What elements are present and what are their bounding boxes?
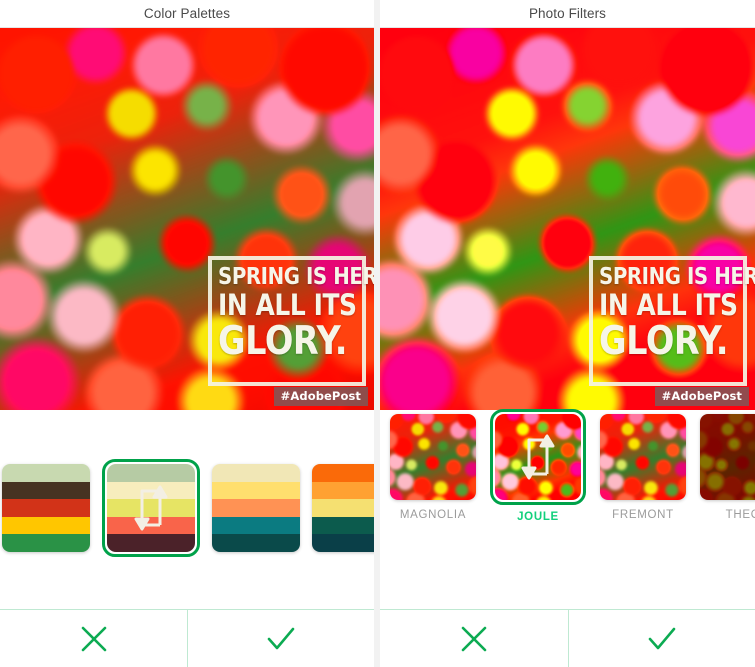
filter-option[interactable]: JOULE: [490, 409, 586, 523]
filter-option[interactable]: FREMONT: [600, 414, 686, 523]
adobe-post-watermark: #AdobePost: [273, 387, 368, 406]
action-bar-left: [0, 609, 374, 667]
filter-thumbnail[interactable]: [700, 414, 755, 500]
overlay-line-3: GLORY.: [218, 318, 348, 364]
filter-label: FREMONT: [612, 509, 674, 521]
filter-label: JOULE: [517, 511, 559, 523]
overlay-text-block: SPRING IS HERE IN ALL ITS GLORY.: [599, 265, 755, 364]
confirm-button[interactable]: [567, 610, 755, 667]
overlay-line-2: IN ALL ITS: [218, 288, 357, 323]
palette-color-band: [107, 499, 195, 517]
palette-color-band: [212, 464, 300, 482]
palette-swatch[interactable]: [2, 464, 90, 552]
panel-header-photo-filters: Photo Filters: [380, 0, 755, 28]
filter-thumbnail-image: [600, 414, 686, 500]
x-icon: [81, 626, 106, 651]
photo-canvas-left[interactable]: SPRING IS HERE IN ALL ITS GLORY. #AdobeP…: [0, 28, 374, 410]
filter-label: MAGNOLIA: [399, 509, 467, 521]
panel-color-palettes: Color Palettes SPRING IS HERE IN ALL ITS…: [0, 0, 374, 667]
palette-swatch[interactable]: [212, 464, 300, 552]
check-icon: [648, 627, 676, 649]
filter-thumbnail-image: [390, 414, 476, 500]
filter-options-strip: MAGNOLIA JOULE FREMONT THEO: [380, 409, 755, 615]
palette-swatch[interactable]: [107, 464, 195, 552]
palette-color-band: [2, 499, 90, 517]
palette-color-band: [312, 516, 374, 535]
palette-color-band: [2, 534, 90, 552]
palette-options-strip: [0, 410, 374, 615]
photo-canvas-right[interactable]: SPRING IS HERE IN ALL ITS GLORY. #AdobeP…: [380, 28, 755, 410]
cancel-button[interactable]: [380, 610, 568, 667]
overlay-line-1: SPRING IS HERE: [599, 264, 755, 290]
palette-swatch-selected[interactable]: [102, 459, 200, 557]
palette-color-band: [212, 516, 300, 535]
palette-swatch-row: [0, 459, 374, 557]
overlay-line-1: SPRING IS HERE: [218, 264, 374, 290]
overlay-line-3: GLORY.: [599, 318, 729, 364]
filter-thumb-row: MAGNOLIA JOULE FREMONT THEO: [380, 409, 755, 523]
panel-header-color-palettes: Color Palettes: [0, 0, 374, 28]
text-overlay-card[interactable]: SPRING IS HERE IN ALL ITS GLORY. #AdobeP…: [583, 250, 755, 410]
page-title: Photo Filters: [528, 6, 607, 21]
palette-color-band: [107, 464, 195, 482]
adobe-post-watermark: #AdobePost: [654, 387, 749, 406]
palette-color-band: [2, 516, 90, 535]
overlay-text-block: SPRING IS HERE IN ALL ITS GLORY.: [218, 265, 374, 364]
palette-color-band: [312, 534, 374, 552]
action-bar-right: [380, 609, 755, 667]
filter-option[interactable]: THEO: [700, 414, 755, 523]
filter-thumbnail-image: [495, 414, 581, 500]
palette-color-band: [212, 499, 300, 517]
palette-color-band: [2, 464, 90, 482]
palette-color-band: [107, 481, 195, 500]
cancel-button[interactable]: [0, 610, 187, 667]
palette-color-band: [312, 499, 374, 517]
page-title: Color Palettes: [143, 6, 231, 21]
overlay-line-2: IN ALL ITS: [599, 288, 738, 323]
text-overlay-card[interactable]: SPRING IS HERE IN ALL ITS GLORY. #AdobeP…: [202, 250, 374, 410]
palette-color-band: [212, 534, 300, 552]
app-stage: Color Palettes SPRING IS HERE IN ALL ITS…: [0, 0, 755, 667]
check-icon: [267, 627, 295, 649]
filter-option[interactable]: MAGNOLIA: [390, 414, 476, 523]
panel-photo-filters: Photo Filters SPRING IS HERE IN ALL ITS …: [380, 0, 755, 667]
filter-thumbnail-image: [700, 414, 755, 500]
x-icon: [461, 626, 487, 651]
palette-color-band: [107, 516, 195, 535]
filter-thumbnail[interactable]: [600, 414, 686, 500]
palette-color-band: [312, 481, 374, 500]
confirm-button[interactable]: [187, 610, 374, 667]
filter-thumbnail[interactable]: [390, 414, 476, 500]
palette-color-band: [312, 464, 374, 482]
palette-swatch[interactable]: [312, 464, 374, 552]
filter-thumbnail[interactable]: [495, 414, 581, 500]
filter-thumbnail-selected[interactable]: [490, 409, 586, 505]
palette-color-band: [212, 481, 300, 500]
palette-color-band: [2, 481, 90, 500]
filter-label: THEO: [725, 509, 755, 521]
palette-color-band: [107, 534, 195, 552]
